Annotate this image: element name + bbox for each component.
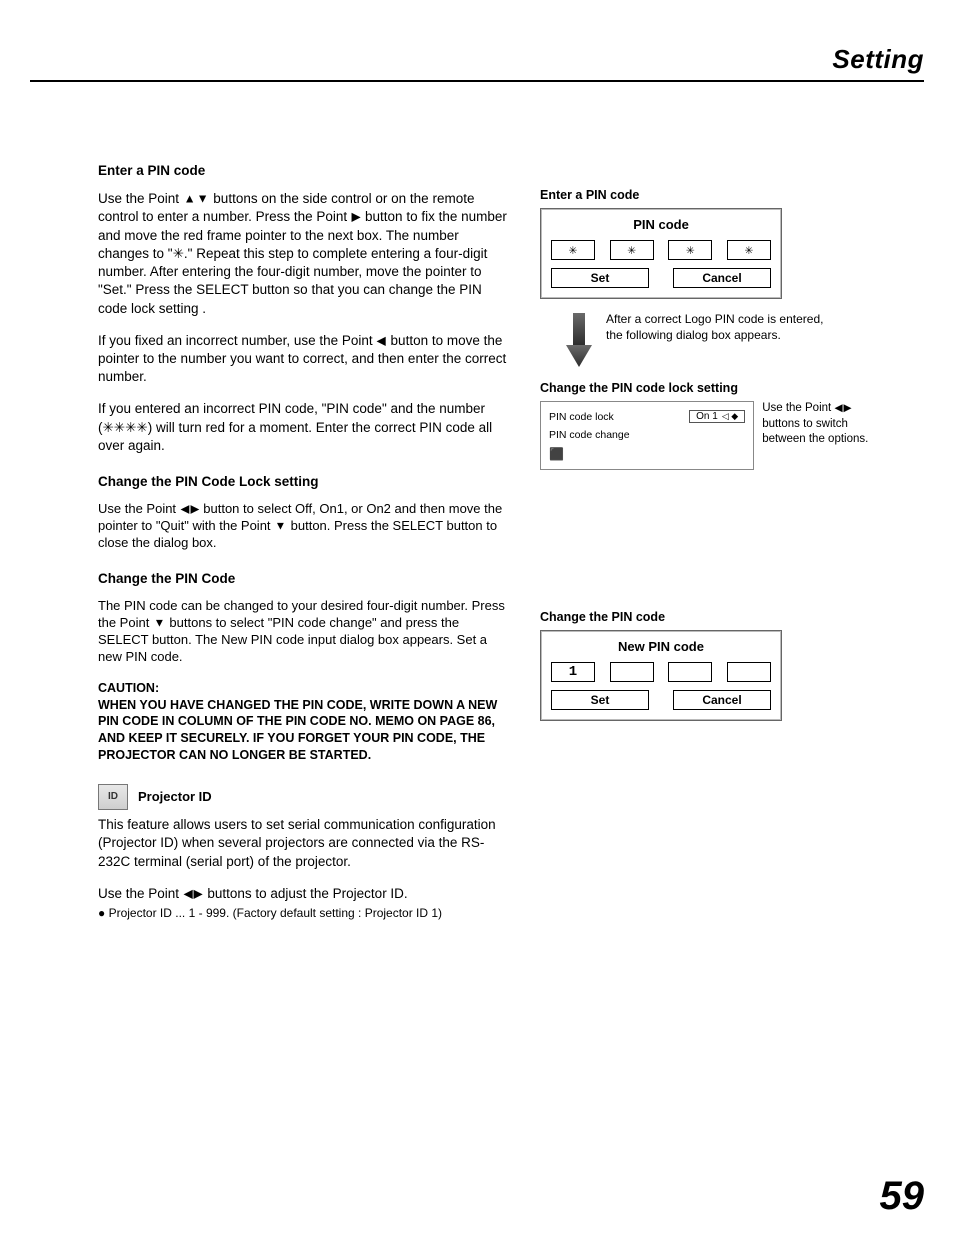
projector-id-icon: ID xyxy=(98,784,128,810)
header-rule xyxy=(30,80,924,82)
pin-digit-box[interactable]: 1 xyxy=(551,662,595,682)
text: Use the Point xyxy=(762,402,834,414)
para-enter-pin-1: Use the Point ▲▼ buttons on the side con… xyxy=(98,190,508,318)
icon-text: ID xyxy=(108,790,118,804)
text: If you fixed an incorrect number, use th… xyxy=(98,333,376,348)
quit-icon[interactable]: ⬛ xyxy=(549,447,745,461)
heading-change-pin: Change the PIN Code xyxy=(98,570,508,588)
arrow-note: After a correct Logo PIN code is entered… xyxy=(566,311,875,367)
triangle-left-icon: ◀ xyxy=(183,886,192,902)
projector-id-title: Projector ID xyxy=(138,788,212,806)
right-column: Enter a PIN code PIN code ✳ ✳ ✳ ✳ Set Ca… xyxy=(540,188,875,721)
pin-digit-box[interactable]: ✳ xyxy=(551,240,595,260)
triangle-down-icon: ▼ xyxy=(275,519,287,534)
pin-code-dialog: PIN code ✳ ✳ ✳ ✳ Set Cancel xyxy=(540,208,782,299)
lock-row-1: PIN code lock On 1 ◁ ◆ xyxy=(549,410,745,423)
caution-text: WHEN YOU HAVE CHANGED THE PIN CODE, WRIT… xyxy=(98,698,497,763)
heading-enter-pin: Enter a PIN code xyxy=(98,162,508,180)
pin-digit-row: 1 xyxy=(551,662,771,682)
section-title-change-pin: Change the PIN code xyxy=(540,610,875,624)
para-change-pin: The PIN code can be changed to your desi… xyxy=(98,598,508,666)
projector-id-row: ID Projector ID xyxy=(98,784,508,810)
left-column: Enter a PIN code Use the Point ▲▼ button… xyxy=(98,162,508,935)
para-projector-id-2: Use the Point ◀▶ buttons to adjust the P… xyxy=(98,885,508,903)
arrow-down-icon xyxy=(566,313,592,367)
dialog-title: PIN code xyxy=(551,217,771,232)
pin-digit-box[interactable] xyxy=(610,662,654,682)
text: buttons to adjust the Projector ID. xyxy=(204,886,408,901)
pin-digit-box[interactable]: ✳ xyxy=(668,240,712,260)
lock-setting-block: PIN code lock On 1 ◁ ◆ PIN code change ⬛… xyxy=(540,401,875,470)
pin-digit-row: ✳ ✳ ✳ ✳ xyxy=(551,240,771,260)
pin-digit-box[interactable]: ✳ xyxy=(610,240,654,260)
triangle-right-icon: ▶ xyxy=(351,209,360,225)
caution-block: CAUTION: WHEN YOU HAVE CHANGED THE PIN C… xyxy=(98,680,508,764)
triangle-left-icon: ◀ xyxy=(835,402,843,416)
triangle-right-icon: ▶ xyxy=(190,502,199,517)
para-projector-id-1: This feature allows users to set serial … xyxy=(98,816,508,871)
dialog-button-row: Set Cancel xyxy=(551,690,771,710)
page-number: 59 xyxy=(880,1174,925,1219)
lock-note: Use the Point ◀▶ buttons to switch betwe… xyxy=(762,401,875,448)
pin-digit-box[interactable] xyxy=(727,662,771,682)
triangle-right-icon: ▶ xyxy=(844,402,852,416)
arrow-note-text: After a correct Logo PIN code is entered… xyxy=(606,311,831,343)
section-title-lock: Change the PIN code lock setting xyxy=(540,381,875,395)
para-projector-id-3: ● Projector ID ... 1 - 999. (Factory def… xyxy=(98,905,508,921)
lock-value[interactable]: On 1 ◁ ◆ xyxy=(689,410,745,423)
lock-row-2[interactable]: PIN code change xyxy=(549,429,745,441)
triangle-left-icon: ◀ xyxy=(180,502,189,517)
text: Use the Point xyxy=(98,501,180,516)
triangle-down-icon: ▼ xyxy=(197,191,209,207)
new-pin-code-dialog: New PIN code 1 Set Cancel xyxy=(540,630,782,721)
triangle-down-icon: ▼ xyxy=(154,616,166,631)
lock-change-label: PIN code change xyxy=(549,429,630,441)
text: buttons to switch between the options. xyxy=(762,418,868,446)
pin-digit-box[interactable]: ✳ xyxy=(727,240,771,260)
text: Use the Point xyxy=(98,886,183,901)
text: button to fix the number and move the re… xyxy=(98,209,507,315)
para-change-lock: Use the Point ◀▶ button to select Off, O… xyxy=(98,501,508,552)
set-button[interactable]: Set xyxy=(551,690,649,710)
pin-digit-box[interactable] xyxy=(668,662,712,682)
set-button[interactable]: Set xyxy=(551,268,649,288)
triangle-up-icon: ▲ xyxy=(183,191,195,207)
para-enter-pin-3: If you entered an incorrect PIN code, "P… xyxy=(98,400,508,455)
dialog-button-row: Set Cancel xyxy=(551,268,771,288)
para-enter-pin-2: If you fixed an incorrect number, use th… xyxy=(98,332,508,387)
triangle-left-icon: ◀ xyxy=(377,333,386,349)
section-title-enter-pin: Enter a PIN code xyxy=(540,188,875,202)
lock-dialog: PIN code lock On 1 ◁ ◆ PIN code change ⬛ xyxy=(540,401,754,470)
cancel-button[interactable]: Cancel xyxy=(673,690,771,710)
text: Use the Point xyxy=(98,191,183,206)
lock-label: PIN code lock xyxy=(549,411,614,423)
cancel-button[interactable]: Cancel xyxy=(673,268,771,288)
caution-label: CAUTION: xyxy=(98,681,159,695)
heading-change-lock: Change the PIN Code Lock setting xyxy=(98,473,508,491)
option-indicator-icon: ◁ ◆ xyxy=(722,411,738,422)
triangle-right-icon: ▶ xyxy=(194,886,203,902)
page-title: Setting xyxy=(832,44,924,75)
dialog-title: New PIN code xyxy=(551,639,771,654)
lock-value-text: On 1 xyxy=(696,411,718,422)
